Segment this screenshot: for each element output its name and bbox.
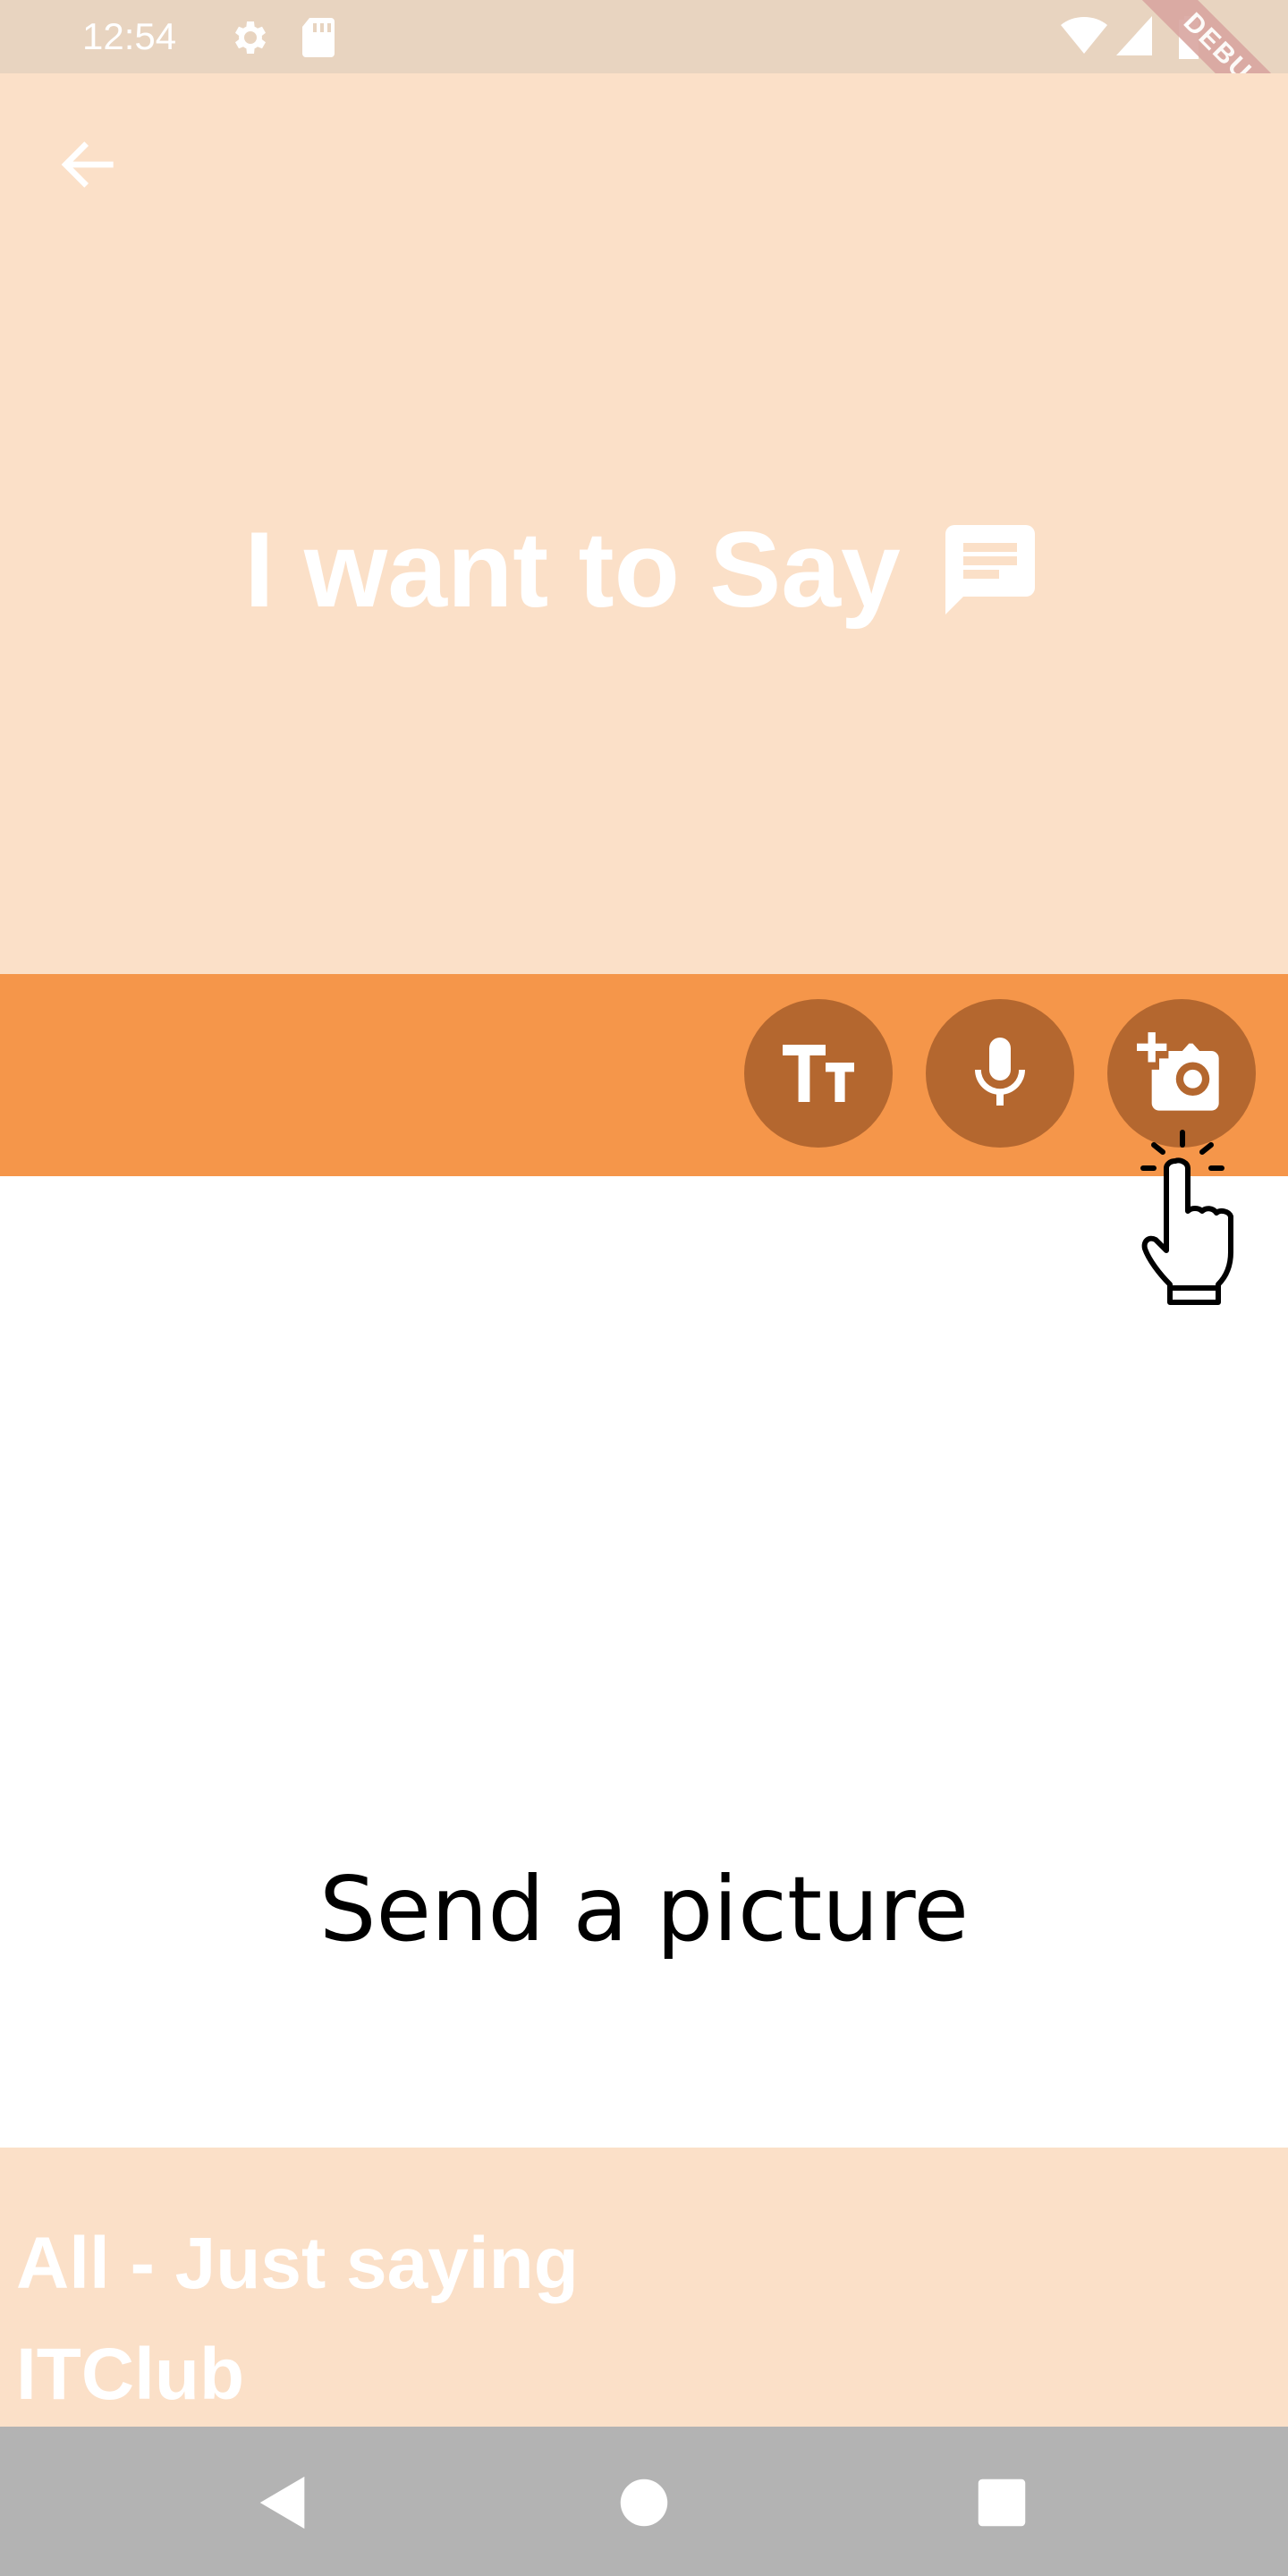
content-area: Send a picture: [0, 1176, 1288, 2148]
app-header: I want to Say: [0, 73, 1288, 974]
footer: All - Just saying ITClub: [0, 2148, 1288, 2427]
nav-back-button[interactable]: [252, 2471, 315, 2534]
mode-label: Send a picture: [319, 1857, 969, 1962]
page-title: I want to Say: [244, 510, 901, 630]
nav-recents-button[interactable]: [970, 2471, 1033, 2534]
microphone-icon: [975, 1038, 1025, 1106]
recents-square-icon: [978, 2479, 1026, 2527]
wifi-icon: [1061, 16, 1107, 60]
input-mode-toolbar: [0, 974, 1288, 1176]
status-bar: 12:54 DEBUG: [0, 0, 1288, 171]
add-camera-icon: [1137, 1032, 1219, 1111]
voice-mode-button[interactable]: [926, 999, 1074, 1148]
sd-card-icon: [299, 16, 338, 64]
page-title-container: I want to Say: [0, 503, 1288, 637]
back-button[interactable]: [54, 129, 125, 200]
status-time: 12:54: [82, 15, 177, 57]
home-circle-icon: [620, 2479, 668, 2527]
message-icon: [945, 525, 1035, 614]
gear-icon: [227, 16, 270, 64]
picture-mode-button[interactable]: [1107, 999, 1256, 1148]
arrow-back-icon: [61, 141, 114, 188]
back-triangle-icon: [259, 2476, 305, 2529]
nav-home-button[interactable]: [613, 2471, 675, 2534]
text-size-icon: [783, 1045, 854, 1102]
text-mode-button[interactable]: [744, 999, 893, 1148]
system-nav-bar: [0, 2427, 1288, 2576]
tap-pointer-icon: [1129, 1129, 1281, 1335]
footer-recipient: All - Just saying: [16, 2223, 579, 2304]
footer-group: ITClub: [16, 2334, 245, 2415]
signal-icon: [1116, 16, 1152, 60]
